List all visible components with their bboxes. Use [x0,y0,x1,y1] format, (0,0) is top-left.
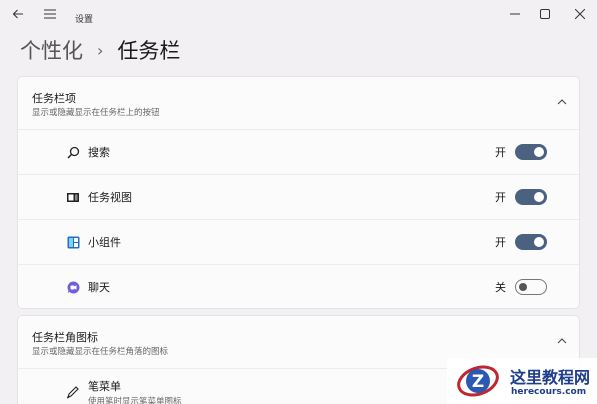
taskbar-item-search: 搜索 开 [18,129,579,174]
minimize-button[interactable] [500,0,530,28]
chat-toggle[interactable] [515,279,547,295]
task-view-toggle[interactable] [515,189,547,205]
chevron-up-icon [557,94,567,108]
breadcrumb: 个性化 › 任务栏 [20,35,180,65]
breadcrumb-separator: › [97,40,104,60]
back-button[interactable] [6,0,30,28]
section-title: 任务栏项 [32,92,76,105]
section-subtitle: 显示或隐藏显示在任务栏上的按钮 [32,108,160,118]
page-title: 任务栏 [117,39,181,63]
section-subtitle: 显示或隐藏显示在任务栏角落的图标 [32,347,169,357]
item-label: 搜索 [88,146,110,159]
minimize-icon [510,13,520,15]
app-title: 设置 [75,15,94,25]
toggle-knob [534,192,544,202]
watermark-url: herecours.com [511,387,587,397]
svg-text:Z: Z [472,372,484,392]
toggle-state-label: 开 [495,236,506,249]
search-toggle[interactable] [515,144,547,160]
title-bar: 设置 [0,0,597,36]
watermark-logo: Z [457,365,499,397]
item-label: 任务视图 [88,191,132,204]
watermark-title: 这里教程网 [510,368,591,387]
maximize-button[interactable] [530,0,560,28]
toggle-state-label: 开 [495,146,506,159]
maximize-icon [540,9,550,19]
close-icon [575,9,585,19]
close-button[interactable] [565,0,595,28]
taskbar-item-widgets: 小组件 开 [18,219,579,264]
item-description: 使用笔时显示笔菜单图标 [88,397,182,404]
toggle-state-label: 关 [495,281,506,294]
toggle-knob [534,237,544,247]
item-label: 笔菜单 [88,380,121,393]
taskbar-item-task-view: 任务视图 开 [18,174,579,219]
chevron-up-icon [557,333,567,347]
section-title: 任务栏角图标 [32,331,98,344]
breadcrumb-parent[interactable]: 个性化 [20,35,83,65]
back-arrow-icon [12,9,23,19]
taskbar-item-chat: 聊天 关 [18,264,579,309]
item-label: 聊天 [88,281,110,294]
item-label: 小组件 [88,236,121,249]
taskbar-items-card: 任务栏项 显示或隐藏显示在任务栏上的按钮 搜索 开 任务视图 开 小组件 开 聊 [17,76,580,309]
toggle-state-label: 开 [495,191,506,204]
taskbar-items-header[interactable]: 任务栏项 显示或隐藏显示在任务栏上的按钮 [18,77,579,129]
chat-icon [66,280,80,294]
menu-button[interactable] [38,0,62,28]
watermark: Z 这里教程网 herecours.com [447,358,597,404]
search-icon [66,145,80,159]
hamburger-icon [44,9,56,19]
pen-icon [66,385,80,399]
widgets-toggle[interactable] [515,234,547,250]
widgets-icon [66,235,80,249]
toggle-knob [534,147,544,157]
task-view-icon [66,190,80,204]
toggle-knob [519,283,527,291]
